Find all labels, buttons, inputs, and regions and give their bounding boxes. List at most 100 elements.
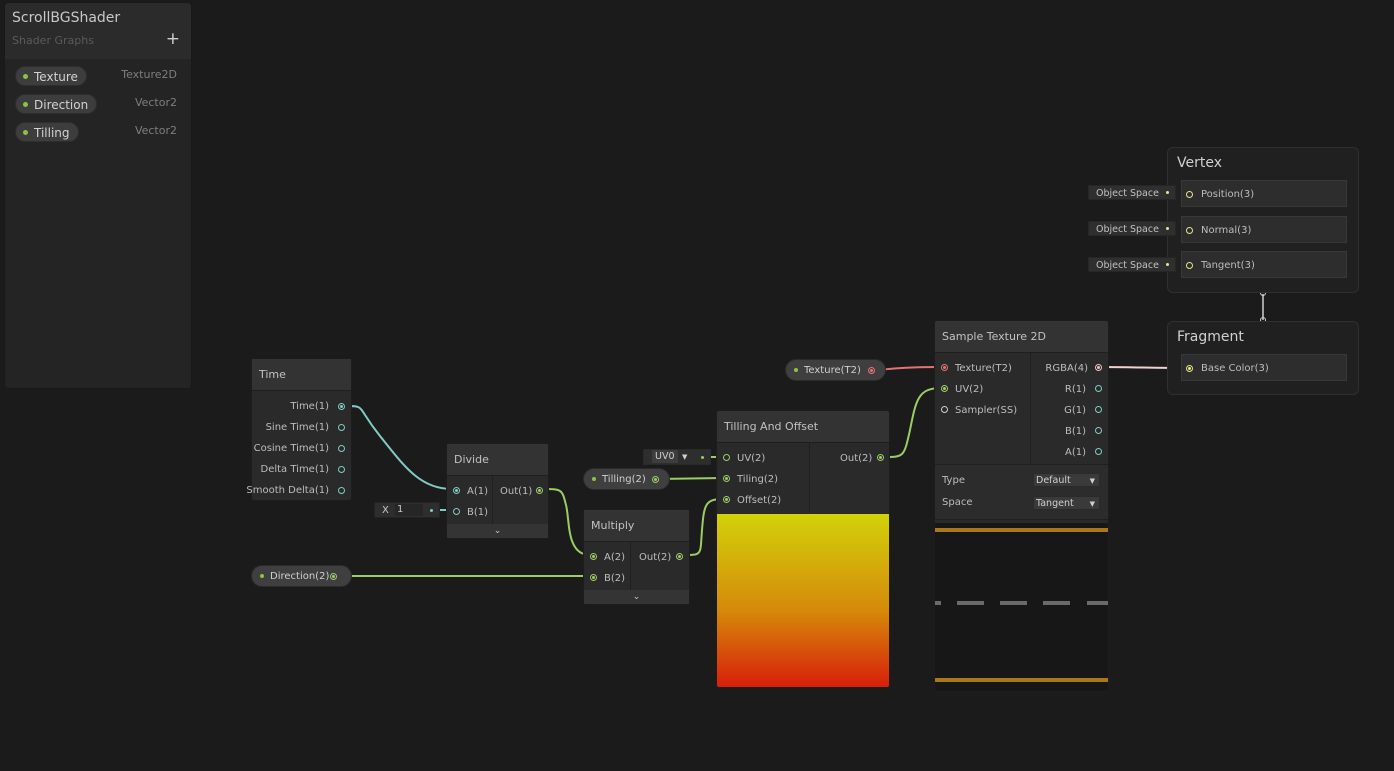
port-connector[interactable] (941, 364, 948, 371)
smooth-delta-output-port: Smooth Delta(1) (246, 485, 329, 496)
node-settings-area: Type Default ▼ Space Tangent ▼ (935, 464, 1108, 520)
port-connector[interactable] (338, 445, 345, 452)
vertex-normal-block[interactable]: Normal(3) (1181, 216, 1347, 243)
port-connector[interactable] (590, 553, 597, 560)
multiply-node[interactable]: Multiply A(2) B(2) Out(2) ⌄ (583, 509, 690, 605)
node-title: Multiply (584, 510, 689, 542)
block-label: Tangent(3) (1201, 260, 1255, 271)
dropdown-arrow-icon: ▼ (1089, 500, 1095, 508)
field-value[interactable]: 1 (395, 504, 423, 516)
port-connector[interactable] (453, 487, 460, 494)
port-connector[interactable] (1186, 191, 1193, 198)
node-title: Divide (447, 444, 548, 476)
port-connector[interactable] (1095, 448, 1102, 455)
port-connector[interactable] (338, 403, 345, 410)
road-center-dash (1043, 601, 1070, 605)
port-connector[interactable] (536, 487, 543, 494)
dropdown-value: Tangent (1036, 498, 1074, 509)
uv-input-port: UV(2) (955, 384, 984, 395)
multiply-b-input-port: B(2) (604, 573, 626, 584)
property-type: Texture2D (121, 68, 177, 81)
tiling-input-port: Tiling(2) (737, 474, 778, 485)
port-connector[interactable] (723, 475, 730, 482)
cosine-time-output-port: Cosine Time(1) (253, 443, 329, 454)
base-color-block[interactable]: Base Color(3) (1181, 354, 1347, 381)
port-connector[interactable] (1095, 364, 1102, 371)
sampler-input-port: Sampler(SS) (955, 405, 1018, 416)
port-connector[interactable] (330, 573, 337, 580)
port-connector[interactable] (1095, 406, 1102, 413)
divide-node[interactable]: Divide A(1) B(1) Out(1) ⌄ (446, 443, 549, 539)
direction-property-node[interactable]: Direction(2) (251, 565, 352, 587)
property-type: Vector2 (134, 124, 177, 137)
port-connector[interactable] (652, 476, 659, 483)
port-connector[interactable] (941, 385, 948, 392)
fragment-context: Fragment Base Color(3) (1167, 321, 1359, 395)
port-connector[interactable] (1186, 227, 1193, 234)
time-node[interactable]: Time Time(1) Sine Time(1) Cosine Time(1)… (246, 358, 352, 501)
a-output-port: A(1) (1064, 447, 1086, 458)
uv-input-port: UV(2) (737, 453, 766, 464)
uv-channel-dropdown[interactable]: UV0 ▼ (643, 449, 711, 465)
add-property-button[interactable]: + (166, 29, 180, 49)
r-output-port: R(1) (1064, 384, 1086, 395)
divide-b-inline-field[interactable]: X 1 (374, 502, 440, 518)
texture-preview-image (935, 523, 1108, 691)
road-center-dash (957, 601, 984, 605)
property-row-texture[interactable]: Texture Texture2D (15, 66, 177, 86)
port-connector[interactable] (453, 508, 460, 515)
port-connector[interactable] (1095, 427, 1102, 434)
dropdown-arrow-icon: ▼ (1089, 477, 1095, 485)
port-connector[interactable] (676, 553, 683, 560)
context-title: Vertex (1177, 155, 1223, 171)
port-connector[interactable] (1095, 385, 1102, 392)
field-axis-label: X (382, 505, 389, 516)
vertex-position-block[interactable]: Position(3) (1181, 180, 1347, 207)
property-type: Vector2 (134, 96, 177, 109)
property-row-direction[interactable]: Direction Vector2 (15, 94, 177, 114)
blackboard-header: ScrollBGShader Shader Graphs + (5, 3, 191, 59)
tangent-space-field[interactable]: Object Space (1088, 257, 1176, 272)
tiling-and-offset-node[interactable]: Tilling And Offset UV(2) Tiling(2) Offse… (716, 410, 890, 688)
property-pill[interactable]: Direction (15, 94, 98, 114)
vertex-context: Vertex Position(3) Normal(3) Tangent(3) (1167, 147, 1359, 293)
property-pill[interactable]: Tilling (15, 122, 79, 142)
vertex-tangent-block[interactable]: Tangent(3) (1181, 251, 1347, 278)
road-edge-line-bottom (935, 678, 1108, 682)
property-row-tilling[interactable]: Tilling Vector2 (15, 122, 177, 142)
offset-input-port: Offset(2) (737, 495, 782, 506)
uv-channel-value: UV0 (652, 450, 678, 463)
space-dropdown[interactable]: Tangent ▼ (1033, 496, 1100, 510)
port-connector[interactable] (590, 574, 597, 581)
collapse-chevron-icon[interactable]: ⌄ (584, 590, 689, 604)
texture-property-node[interactable]: Texture(T2) (785, 359, 886, 381)
property-pill[interactable]: Texture (15, 66, 87, 86)
port-connector[interactable] (1186, 262, 1193, 269)
wire-time-to-divide-a (345, 405, 453, 490)
port-connector[interactable] (338, 466, 345, 473)
type-dropdown[interactable]: Default ▼ (1033, 473, 1100, 487)
port-connector[interactable] (338, 424, 345, 431)
port-connector[interactable] (1186, 365, 1193, 372)
divide-a-input-port: A(1) (467, 486, 489, 497)
normal-space-field[interactable]: Object Space (1088, 221, 1176, 236)
port-connector[interactable] (338, 487, 345, 494)
node-preview-gradient (717, 514, 889, 687)
port-connector[interactable] (877, 454, 884, 461)
port-connector[interactable] (868, 367, 875, 374)
collapse-chevron-icon[interactable]: ⌄ (447, 524, 548, 538)
wire-tiling-out-to-sample-uv (883, 387, 942, 458)
property-node-label: Texture(T2) (804, 365, 861, 376)
property-name: Tilling (34, 126, 70, 140)
sample-texture-2d-node[interactable]: Sample Texture 2D Texture(T2) UV(2) Samp… (934, 320, 1109, 692)
tilling-property-node[interactable]: Tilling(2) (583, 468, 670, 490)
block-label: Base Color(3) (1201, 363, 1269, 374)
graph-subtitle: Shader Graphs (12, 34, 94, 47)
port-connector[interactable] (723, 496, 730, 503)
port-connector[interactable] (941, 406, 948, 413)
port-connector[interactable] (723, 454, 730, 461)
position-space-field[interactable]: Object Space (1088, 185, 1176, 200)
space-setting-label: Space (942, 497, 973, 508)
space-value: Object Space (1096, 188, 1159, 199)
node-title: Sample Texture 2D (935, 321, 1108, 353)
